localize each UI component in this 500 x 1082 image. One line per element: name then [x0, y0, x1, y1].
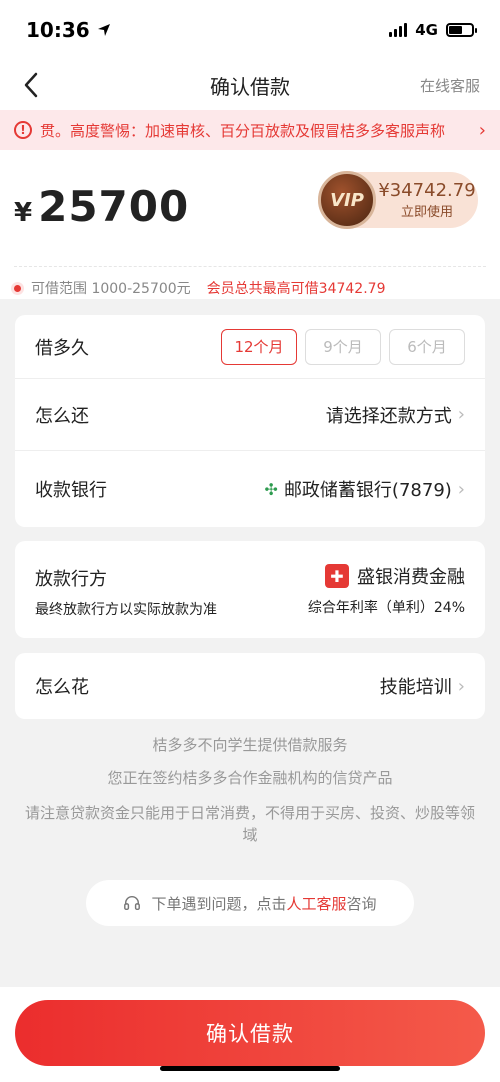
help-prefix: 下单遇到问题，点击	[151, 894, 287, 913]
location-arrow-icon	[97, 24, 110, 36]
network-label: 4G	[415, 21, 438, 39]
online-service-link[interactable]: 在线客服	[420, 75, 480, 96]
loan-card: 借多久 12个月 9个月 6个月 怎么还 请选择还款方式 › 收款银行 ✣ 邮政…	[15, 315, 485, 527]
bank-value: 邮政储蓄银行(7879)	[283, 480, 452, 501]
lender-logo-icon: ✚	[325, 564, 349, 588]
lender-label: 放款行方	[35, 569, 107, 590]
time-text: 10:36	[26, 18, 90, 42]
headset-icon	[124, 895, 141, 911]
status-right: 4G	[389, 21, 477, 39]
vip-badge: VIP	[318, 171, 376, 229]
bank-value-group: ✣ 邮政储蓄银行(7879) ›	[265, 476, 465, 502]
range-vip-text: 会员总共最高可借34742.79	[206, 281, 386, 297]
lender-name-group: ✚ 盛银消费金融	[308, 563, 465, 589]
vip-action: 立即使用	[400, 205, 453, 220]
chevron-left-icon	[24, 72, 38, 98]
bank-row[interactable]: 收款银行 ✣ 邮政储蓄银行(7879) ›	[15, 450, 485, 527]
bottom-area: 确认借款	[0, 987, 500, 1082]
usage-row[interactable]: 怎么花 技能培训 ›	[15, 653, 485, 719]
human-service-link[interactable]: 人工客服	[286, 895, 346, 913]
period-option-9[interactable]: 9个月	[305, 328, 381, 365]
rate-text: 综合年利率（单利）24%	[307, 600, 465, 616]
warning-text: 贯。高度警惕：加速审核、百分百放款及假冒桔多多客服声称	[40, 121, 446, 140]
chevron-right-icon: ›	[457, 404, 465, 425]
postal-bank-icon: ✣	[264, 479, 278, 499]
signal-icon	[389, 23, 408, 37]
help-pill[interactable]: 下单遇到问题，点击人工客服咨询	[86, 880, 414, 926]
nav-bar: 确认借款 在线客服	[0, 60, 500, 110]
lender-card: 放款行方 最终放款行方以实际放款为准 ✚ 盛银消费金融 综合年利率（单利）24%	[15, 541, 485, 638]
status-time: 10:36	[26, 18, 112, 42]
usage-value-group: 技能培训 ›	[380, 673, 465, 699]
chevron-right-icon: ›	[457, 675, 465, 697]
chevron-right-icon: ›	[457, 478, 465, 500]
amount-area: ¥ 25700 VIP ¥34742.79 立即使用 可借范围 1000-257…	[0, 150, 500, 299]
period-option-6[interactable]: 6个月	[389, 328, 465, 365]
help-text: 下单遇到问题，点击人工客服咨询	[151, 893, 376, 914]
repay-value-group: 请选择还款方式 ›	[326, 402, 465, 428]
vip-text: ¥34742.79 立即使用	[376, 180, 478, 220]
note-usage-restriction: 请注意贷款资金只能用于日常消费，不得用于买房、投资、炒股等领域	[24, 804, 475, 844]
period-option-12[interactable]: 12个月	[221, 328, 297, 365]
vip-card[interactable]: VIP ¥34742.79 立即使用	[318, 171, 478, 229]
home-indicator	[160, 1066, 340, 1071]
exclamation-icon: !	[14, 121, 32, 139]
warning-banner[interactable]: ! 贯。高度警惕：加速审核、百分百放款及假冒桔多多客服声称 ›	[0, 110, 500, 150]
usage-card[interactable]: 怎么花 技能培训 ›	[15, 653, 485, 719]
lender-name: 盛银消费金融	[357, 567, 465, 588]
period-group: 12个月 9个月 6个月	[221, 328, 465, 365]
top-area: 10:36 4G 确认借款 在线客服	[0, 0, 500, 110]
chevron-right-icon: ›	[478, 119, 486, 141]
duration-label: 借多久	[35, 337, 89, 359]
confirm-loan-button[interactable]: 确认借款	[15, 1000, 485, 1066]
usage-label: 怎么花	[35, 677, 89, 698]
note-no-students: 桔多多不向学生提供借款服务	[152, 736, 348, 754]
battery-icon	[446, 23, 477, 37]
usage-value: 技能培训	[379, 677, 452, 698]
vip-amount: ¥34742.79	[378, 180, 476, 201]
range-text: 可借范围 1000-25700元	[31, 281, 191, 297]
bank-label: 收款银行	[35, 480, 107, 501]
lender-sublabel: 最终放款行方以实际放款为准	[35, 602, 217, 618]
amount-value: 25700	[38, 182, 190, 231]
lender-right: ✚ 盛银消费金融 综合年利率（单利）24%	[308, 563, 465, 617]
help-suffix: 咨询	[346, 894, 377, 913]
range-dot	[14, 284, 21, 292]
repay-row[interactable]: 怎么还 请选择还款方式 ›	[15, 378, 485, 450]
duration-row: 借多久 12个月 9个月 6个月	[15, 315, 485, 378]
status-bar: 10:36 4G	[0, 0, 500, 60]
range-row: 可借范围 1000-25700元 会员总共最高可借34742.79	[14, 278, 486, 298]
back-button[interactable]	[16, 70, 46, 100]
currency-symbol: ¥	[14, 198, 33, 228]
repay-label: 怎么还	[35, 405, 89, 427]
divider	[14, 266, 486, 267]
page-title: 确认借款	[210, 74, 290, 99]
lender-left: 放款行方 最终放款行方以实际放款为准	[35, 565, 217, 619]
note-contract: 您正在签约桔多多合作金融机构的信贷产品	[107, 769, 393, 787]
repay-value: 请选择还款方式	[325, 405, 452, 427]
